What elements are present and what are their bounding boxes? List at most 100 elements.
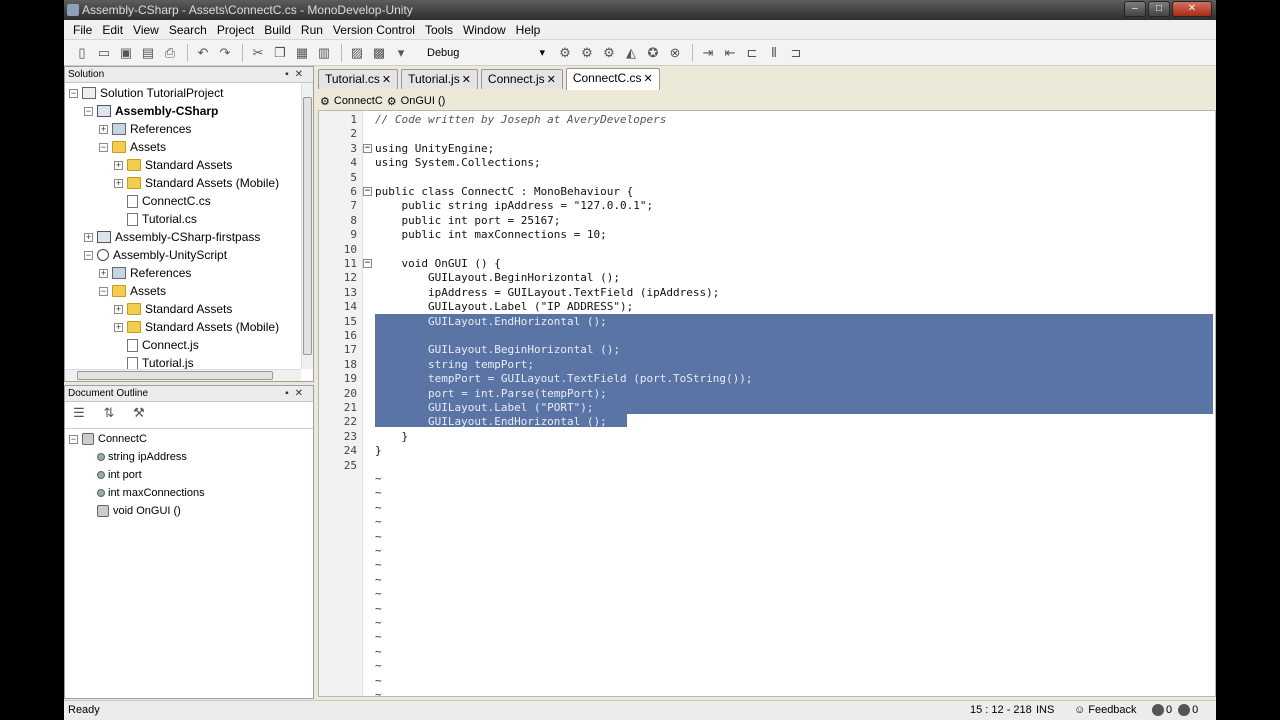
expander-icon[interactable]: − [99, 142, 108, 152]
close-tab-icon[interactable]: ✕ [382, 74, 391, 86]
close-tab-icon[interactable]: ✕ [644, 73, 653, 85]
scroll-thumb[interactable] [77, 371, 273, 380]
debug-out-icon[interactable]: ⚙ [599, 44, 619, 62]
outline-item[interactable]: int maxConnections [97, 484, 205, 502]
solution-item[interactable]: + Standard Assets (Mobile) [114, 174, 279, 192]
list-view-icon[interactable]: ☰ [69, 404, 89, 422]
comment-icon[interactable]: ⊏ [742, 44, 762, 62]
expander-icon[interactable]: + [114, 178, 123, 188]
pane-buttons[interactable]: ▪✕ [285, 67, 309, 82]
solution-item[interactable]: Tutorial.js [114, 354, 194, 369]
minimize-button[interactable]: – [1124, 1, 1146, 17]
menu-help[interactable]: Help [511, 20, 546, 39]
solution-item[interactable]: Connect.js [114, 336, 199, 354]
fold-toggle-icon[interactable]: − [363, 187, 372, 196]
delete-icon[interactable]: ▥ [314, 44, 334, 62]
breadcrumb-method[interactable]: OnGUI () [401, 95, 446, 107]
solution-item[interactable]: + References [99, 264, 191, 282]
menu-view[interactable]: View [128, 20, 164, 39]
expander-icon[interactable]: + [99, 268, 108, 278]
tab-connect-js[interactable]: Connect.js ✕ [480, 69, 563, 89]
solution-vscroll[interactable] [301, 83, 313, 369]
undo-icon[interactable]: ↶ [193, 44, 213, 62]
menu-build[interactable]: Build [259, 20, 296, 39]
menu-tools[interactable]: Tools [420, 20, 458, 39]
paste-icon[interactable]: ▦ [292, 44, 312, 62]
solution-item[interactable]: + Assembly-CSharp-firstpass [84, 228, 260, 246]
solution-item[interactable]: − Solution TutorialProject [69, 84, 223, 102]
menu-project[interactable]: Project [212, 20, 259, 39]
new-file-icon[interactable]: ▯ [72, 44, 92, 62]
breadcrumb-class[interactable]: ConnectC [334, 95, 383, 107]
expander-icon[interactable]: − [84, 250, 93, 260]
expander-icon[interactable]: − [84, 106, 93, 116]
error-counts[interactable]: 0 0 [1152, 701, 1198, 720]
menu-edit[interactable]: Edit [97, 20, 128, 39]
expander-icon[interactable]: − [99, 286, 108, 296]
solution-item[interactable]: − Assets [99, 282, 166, 300]
settings-icon[interactable]: ⚒ [129, 404, 149, 422]
breakpoint-icon[interactable]: ✪ [643, 44, 663, 62]
tab-connectc-cs[interactable]: ConnectC.cs ✕ [565, 68, 660, 90]
expander-icon[interactable]: + [99, 124, 108, 134]
expander-icon[interactable]: + [114, 304, 123, 314]
build-icon[interactable]: ▨ [347, 44, 367, 62]
attach-icon[interactable]: ◭ [621, 44, 641, 62]
solution-hscroll[interactable] [65, 369, 301, 381]
solution-item[interactable]: + Standard Assets (Mobile) [114, 318, 279, 336]
menu-run[interactable]: Run [296, 20, 328, 39]
expander-icon[interactable]: + [84, 232, 93, 242]
cut-icon[interactable]: ✂ [248, 44, 268, 62]
pane-buttons[interactable]: ▪✕ [285, 386, 309, 401]
debug-step-icon[interactable]: ⚙ [555, 44, 575, 62]
solution-item[interactable]: Tutorial.cs [114, 210, 197, 228]
fold-toggle-icon[interactable]: − [363, 259, 372, 268]
outline-item[interactable]: − ConnectC [69, 430, 147, 448]
solution-item[interactable]: − Assembly-CSharp [84, 102, 218, 120]
stop-icon[interactable]: ⊗ [665, 44, 685, 62]
indent-icon[interactable]: ⇥ [698, 44, 718, 62]
menu-window[interactable]: Window [458, 20, 511, 39]
solution-item[interactable]: ConnectC.cs [114, 192, 211, 210]
unindent-icon[interactable]: ⇤ [720, 44, 740, 62]
run-icon[interactable]: ▩ [369, 44, 389, 62]
save-all-icon[interactable]: ▤ [138, 44, 158, 62]
copy-icon[interactable]: ❐ [270, 44, 290, 62]
code-editor[interactable]: 1 // Code written by Joseph at AveryDevel… [318, 110, 1216, 701]
solution-item[interactable]: + Standard Assets [114, 156, 232, 174]
solution-item[interactable]: − Assets [99, 138, 166, 156]
configuration-select[interactable]: Debug ▾ [419, 44, 549, 62]
close-button[interactable]: ✕ [1172, 1, 1212, 17]
feedback-button[interactable]: ☺ Feedback [1074, 701, 1137, 720]
dropdown-arrow-icon[interactable]: ▾ [391, 44, 411, 62]
menu-file[interactable]: File [68, 20, 97, 39]
expander-icon[interactable]: + [114, 160, 123, 170]
columns-icon[interactable]: ⦀ [764, 44, 784, 62]
menu-version-control[interactable]: Version Control [328, 20, 420, 39]
debug-into-icon[interactable]: ⚙ [577, 44, 597, 62]
solution-item[interactable]: − Assembly-UnityScript [84, 246, 227, 264]
save-icon[interactable]: ▣ [116, 44, 136, 62]
sort-icon[interactable]: ⇅ [99, 404, 119, 422]
expander-icon[interactable]: + [114, 322, 123, 332]
solution-item[interactable]: + Standard Assets [114, 300, 232, 318]
close-tab-icon[interactable]: ✕ [547, 74, 556, 86]
code-text: GUILayout.Label ("PORT"); [375, 401, 594, 414]
tab-tutorial-js[interactable]: Tutorial.js ✕ [401, 69, 478, 89]
bookmark-icon[interactable]: ⊐ [786, 44, 806, 62]
expander-icon[interactable]: − [69, 88, 78, 98]
outline-item[interactable]: int port [97, 466, 142, 484]
print-icon[interactable]: ⎙ [160, 44, 180, 62]
close-tab-icon[interactable]: ✕ [462, 74, 471, 86]
fold-toggle-icon[interactable]: − [363, 143, 372, 153]
outline-item[interactable]: string ipAddress [97, 448, 187, 466]
redo-icon[interactable]: ↷ [215, 44, 235, 62]
menu-search[interactable]: Search [164, 20, 212, 39]
open-file-icon[interactable]: ▭ [94, 44, 114, 62]
outline-item[interactable]: void OnGUI () [97, 502, 181, 520]
scroll-thumb[interactable] [303, 97, 312, 355]
tab-tutorial-cs[interactable]: Tutorial.cs ✕ [318, 69, 399, 89]
expander-icon[interactable]: − [69, 434, 78, 444]
solution-item[interactable]: + References [99, 120, 191, 138]
maximize-button[interactable]: □ [1148, 1, 1170, 17]
